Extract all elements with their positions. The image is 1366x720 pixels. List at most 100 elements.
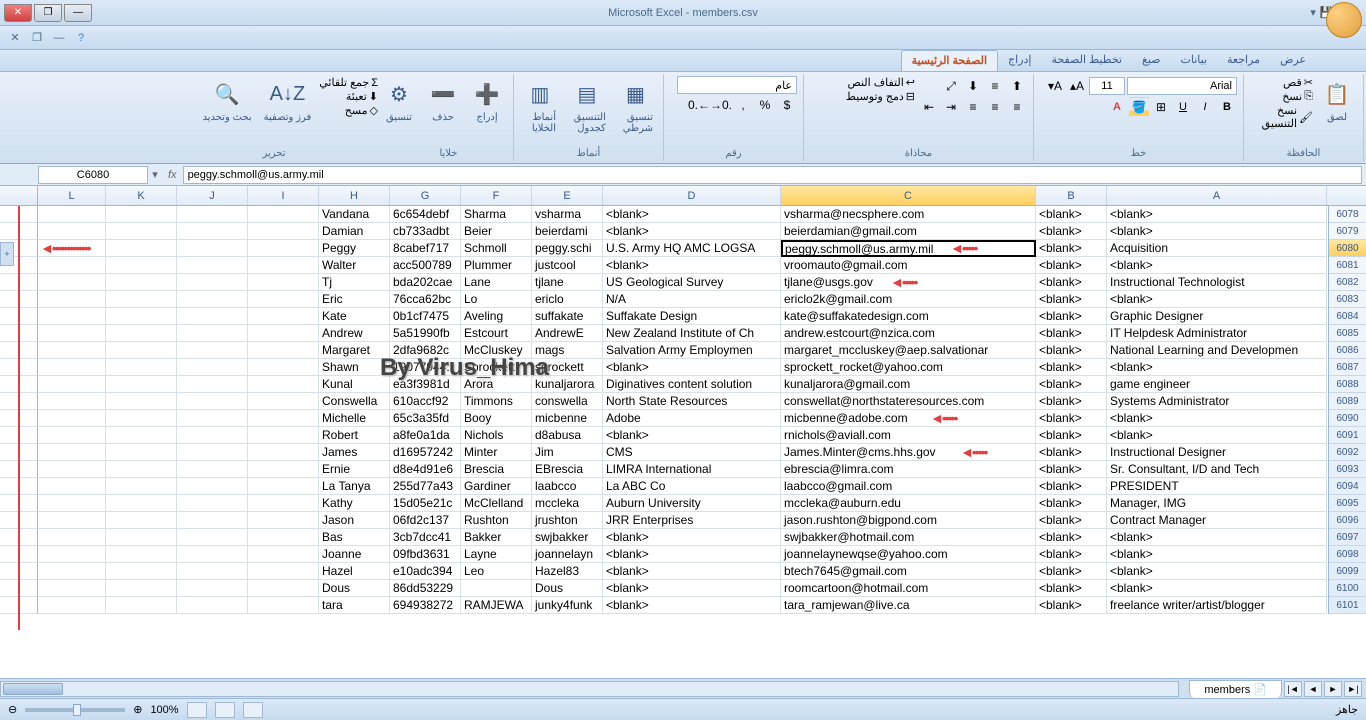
tab-home[interactable]: الصفحة الرئيسية (901, 50, 998, 71)
cell[interactable]: <blank> (1107, 257, 1327, 274)
cell[interactable]: Instructional Designer (1107, 444, 1327, 461)
cell[interactable] (106, 495, 177, 512)
cell[interactable] (177, 393, 248, 410)
cell[interactable]: <blank> (603, 359, 781, 376)
cell[interactable]: Bakker (461, 529, 532, 546)
cell[interactable]: Kathy (319, 495, 390, 512)
cell[interactable] (177, 444, 248, 461)
cell[interactable]: justcool (532, 257, 603, 274)
align-center-button[interactable]: ≡ (985, 97, 1005, 117)
cell[interactable] (177, 410, 248, 427)
cell[interactable] (38, 478, 106, 495)
cell[interactable]: Ernie (319, 461, 390, 478)
cell[interactable]: N/A (603, 291, 781, 308)
row-header[interactable]: 6086 (1329, 342, 1366, 359)
cell[interactable]: <blank> (1107, 410, 1327, 427)
cell[interactable]: 0b1cf7475 (390, 308, 461, 325)
sheet-nav-next-button[interactable]: ► (1324, 681, 1342, 697)
row-header[interactable]: 6084 (1329, 308, 1366, 325)
formula-bar[interactable]: peggy.schmoll@us.army.mil (183, 166, 1362, 184)
cell[interactable] (248, 223, 319, 240)
cell[interactable]: Shawn (319, 359, 390, 376)
cell[interactable]: Auburn University (603, 495, 781, 512)
align-middle-button[interactable]: ≡ (985, 76, 1005, 96)
cell[interactable]: bda202cae (390, 274, 461, 291)
cell[interactable]: Minter (461, 444, 532, 461)
row-header[interactable]: 6095 (1329, 495, 1366, 512)
cell[interactable] (38, 529, 106, 546)
cell[interactable] (248, 376, 319, 393)
cell[interactable]: <blank> (1107, 291, 1327, 308)
font-name-select[interactable] (1127, 77, 1237, 95)
row-header[interactable]: 6081 (1329, 257, 1366, 274)
cell[interactable] (177, 563, 248, 580)
view-normal-button[interactable] (187, 702, 207, 718)
cell[interactable]: Aveling (461, 308, 532, 325)
column-header-E[interactable]: E (532, 186, 603, 205)
cell[interactable] (106, 291, 177, 308)
fx-icon[interactable]: fx (168, 169, 177, 181)
cell[interactable] (38, 597, 106, 614)
cell[interactable]: <blank> (1107, 359, 1327, 376)
cell[interactable]: <blank> (1036, 359, 1107, 376)
cell[interactable] (248, 240, 319, 257)
cell[interactable]: swjbakker@hotmail.com (781, 529, 1036, 546)
cell[interactable] (248, 393, 319, 410)
copy-button[interactable]: ⎘نسخ (1250, 90, 1313, 103)
cell[interactable]: freelance writer/artist/blogger (1107, 597, 1327, 614)
cell[interactable]: Bas (319, 529, 390, 546)
cell[interactable]: rnichols@aviall.com (781, 427, 1036, 444)
cell[interactable]: US Geological Survey (603, 274, 781, 291)
cell[interactable] (38, 274, 106, 291)
cell[interactable]: Layne (461, 546, 532, 563)
row-header[interactable]: 6091 (1329, 427, 1366, 444)
tab-data[interactable]: بيانات (1171, 50, 1218, 71)
cell[interactable] (248, 495, 319, 512)
cell[interactable] (106, 359, 177, 376)
align-top-button[interactable]: ⬆ (1007, 76, 1027, 96)
number-format-select[interactable] (677, 76, 797, 94)
italic-button[interactable]: I (1195, 97, 1215, 117)
cell[interactable]: vsharma (532, 206, 603, 223)
cell[interactable] (106, 342, 177, 359)
cell[interactable]: 15d05e21c (390, 495, 461, 512)
cell[interactable]: 8cabef717 (390, 240, 461, 257)
view-layout-button[interactable] (215, 702, 235, 718)
inc-decimal-button[interactable]: .0→ (711, 95, 731, 115)
cell[interactable]: 09fbd3631 (390, 546, 461, 563)
cell[interactable] (177, 240, 248, 257)
cell[interactable]: d8abusa (532, 427, 603, 444)
cell[interactable]: <blank> (1036, 291, 1107, 308)
cell[interactable]: suffakate (532, 308, 603, 325)
cell[interactable] (177, 257, 248, 274)
cell[interactable]: <blank> (1036, 478, 1107, 495)
row-header[interactable]: 6087 (1329, 359, 1366, 376)
cell[interactable]: AndrewE (532, 325, 603, 342)
row-header[interactable]: 6089 (1329, 393, 1366, 410)
align-left-button[interactable]: ≡ (963, 97, 983, 117)
cell[interactable]: Salvation Army Employmen (603, 342, 781, 359)
bold-button[interactable]: B (1217, 97, 1237, 117)
cell[interactable]: U.S. Army HQ AMC LOGSA (603, 240, 781, 257)
cell[interactable] (38, 580, 106, 597)
cell[interactable] (106, 240, 177, 257)
delete-cells-button[interactable]: ➖حذف (423, 76, 463, 125)
align-right-button[interactable]: ≡ (1007, 97, 1027, 117)
cell[interactable]: <blank> (1107, 580, 1327, 597)
cell[interactable] (38, 342, 106, 359)
cell[interactable] (38, 546, 106, 563)
cell[interactable] (177, 376, 248, 393)
cell[interactable]: <blank> (603, 597, 781, 614)
cell[interactable]: swjbakker (532, 529, 603, 546)
column-header-F[interactable]: F (461, 186, 532, 205)
cell[interactable] (177, 580, 248, 597)
cell[interactable]: <blank> (1036, 495, 1107, 512)
sheet-nav-last-button[interactable]: ►| (1344, 681, 1362, 697)
cell[interactable] (177, 291, 248, 308)
cell[interactable]: <blank> (1036, 410, 1107, 427)
row-header[interactable]: 6090 (1329, 410, 1366, 427)
column-header-A[interactable]: A (1107, 186, 1327, 205)
clear-button[interactable]: ◇مسح (319, 104, 378, 117)
format-painter-button[interactable]: 🖌نسخ التنسيق (1250, 104, 1313, 130)
cell[interactable]: <blank> (1036, 240, 1107, 257)
